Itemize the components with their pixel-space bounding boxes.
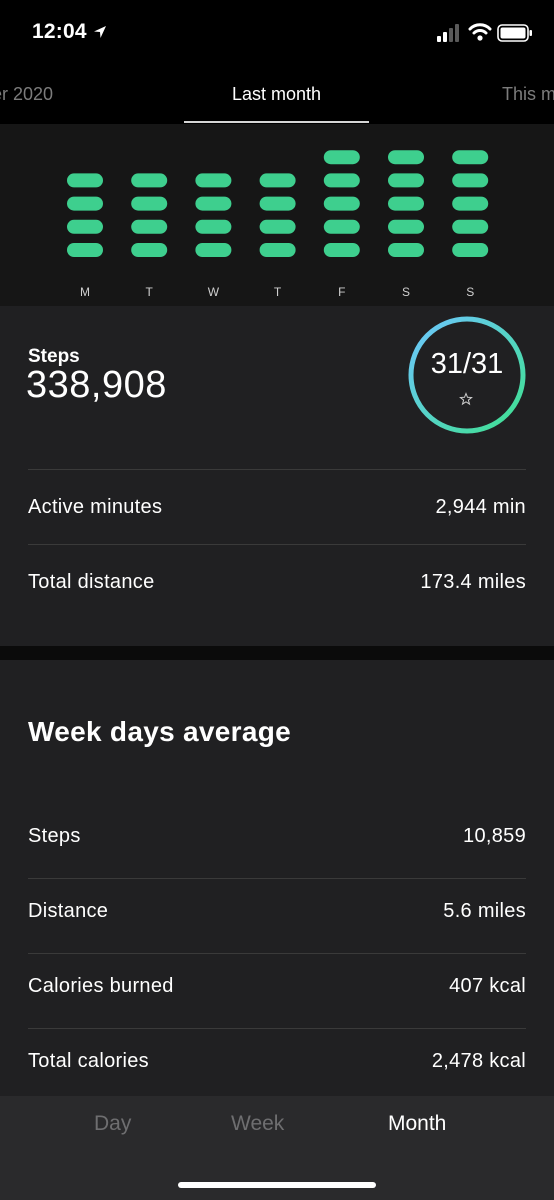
chart-bar-segment — [195, 243, 232, 257]
chart-bar-segment — [388, 150, 424, 165]
goal-days-text: 31/31 — [430, 348, 504, 380]
avg-total-calories-label: Total calories — [28, 1050, 149, 1072]
avg-steps-label: Steps — [28, 825, 81, 847]
chart-bar-segment — [452, 173, 489, 188]
chart-bar-segment — [131, 173, 168, 188]
chart-bar-segment — [195, 173, 232, 188]
avg-distance-value: 5.6 miles — [443, 900, 526, 922]
chart-bar-segment — [259, 243, 296, 257]
wifi-icon — [468, 23, 492, 41]
avg-calories-burned-value: 407 kcal — [449, 975, 526, 997]
active-tab-underline — [184, 121, 369, 123]
battery-icon — [497, 24, 532, 42]
chart-bar-segment — [259, 196, 296, 211]
active-minutes-value: 2,944 min — [435, 496, 526, 518]
total-distance-label: Total distance — [28, 571, 155, 593]
bottom-nav: Day Week Month — [0, 1096, 554, 1200]
chart-bar[interactable] — [388, 150, 424, 257]
chart-bar-segment — [131, 219, 168, 234]
chart-bar-segment — [323, 150, 360, 165]
status-time: 12:04 — [32, 20, 87, 43]
chart-bar[interactable] — [323, 150, 360, 257]
total-distance-value: 173.4 miles — [420, 571, 526, 593]
star-icon — [459, 392, 473, 406]
chart-bar[interactable] — [195, 173, 232, 257]
chart-day-label: S — [402, 285, 410, 299]
chart-bar-segment — [452, 196, 489, 211]
avg-steps-value: 10,859 — [463, 825, 526, 847]
chart-bar-segment — [452, 243, 489, 257]
location-arrow-icon — [94, 26, 106, 38]
chart-bar-segment — [323, 219, 360, 234]
status-bar: 12:04 — [0, 0, 554, 64]
period-tabs: ber 2020 Last month This m — [0, 64, 554, 125]
avg-calories-burned-label: Calories burned — [28, 975, 174, 997]
chart-bar[interactable] — [131, 173, 168, 257]
avg-distance-label: Distance — [28, 900, 109, 922]
week-days-average-title: Week days average — [28, 716, 291, 747]
chart-bar-segment — [131, 196, 168, 211]
tab-last-month[interactable]: Last month — [184, 84, 369, 105]
chart-day-label: M — [80, 285, 90, 299]
chart-bar-segment — [452, 150, 489, 165]
section-divider — [0, 646, 554, 660]
chart-bar-segment — [388, 196, 424, 211]
tab-previous-period[interactable]: ber 2020 — [0, 84, 53, 105]
home-indicator — [178, 1182, 376, 1188]
chart-bar-segment — [67, 219, 103, 234]
chart-bar-segment — [67, 196, 103, 211]
nav-week[interactable]: Week — [231, 1112, 284, 1136]
chart-bar-segment — [259, 219, 296, 234]
chart-bar[interactable] — [452, 150, 489, 257]
chart-bar-segment — [388, 243, 424, 257]
tab-this-month[interactable]: This m — [502, 84, 554, 105]
active-minutes-label: Active minutes — [28, 496, 163, 518]
chart-bar-segment — [131, 243, 168, 257]
steps-card: Steps 338,908 31/31 Active minutes 2,944… — [0, 306, 554, 646]
avg-total-calories-value: 2,478 kcal — [431, 1050, 526, 1072]
nav-month[interactable]: Month — [388, 1112, 446, 1136]
cellular-signal-icon — [437, 24, 459, 42]
chart-bar-segment — [388, 219, 424, 234]
chart-bar-segment — [195, 196, 232, 211]
avg-steps-row: Steps 10,859 — [28, 803, 526, 879]
avg-total-calories-row: Total calories 2,478 kcal — [28, 1028, 526, 1103]
chart-svg: MTWTFSS — [67, 150, 489, 299]
chart-bar-segment — [323, 243, 360, 257]
chart-bar-segment — [452, 219, 489, 234]
chart-bar[interactable] — [67, 173, 103, 257]
chart-bar-segment — [388, 173, 424, 188]
chart-bar-segment — [259, 173, 296, 188]
chart-bar-segment — [323, 173, 360, 188]
chart-bar-segment — [323, 196, 360, 211]
total-distance-row[interactable]: Total distance 173.4 miles — [28, 544, 526, 619]
weekly-steps-chart: MTWTFSS — [0, 124, 554, 306]
avg-calories-burned-row: Calories burned 407 kcal — [28, 953, 526, 1029]
week-days-average-card: Week days average Steps 10,859 Distance … — [0, 660, 554, 1096]
steps-value: 338,908 — [26, 364, 167, 406]
nav-day[interactable]: Day — [94, 1112, 131, 1136]
avg-distance-row: Distance 5.6 miles — [28, 878, 526, 954]
chart-bar-segment — [67, 243, 103, 257]
chart-day-label: W — [208, 285, 220, 299]
chart-day-label: T — [146, 285, 154, 299]
chart-day-label: T — [274, 285, 282, 299]
chart-day-label: S — [466, 285, 474, 299]
active-minutes-row[interactable]: Active minutes 2,944 min — [28, 469, 526, 544]
chart-bar-segment — [195, 219, 232, 234]
chart-day-label: F — [338, 285, 345, 299]
chart-bar-segment — [67, 173, 103, 188]
chart-bar[interactable] — [259, 173, 296, 257]
